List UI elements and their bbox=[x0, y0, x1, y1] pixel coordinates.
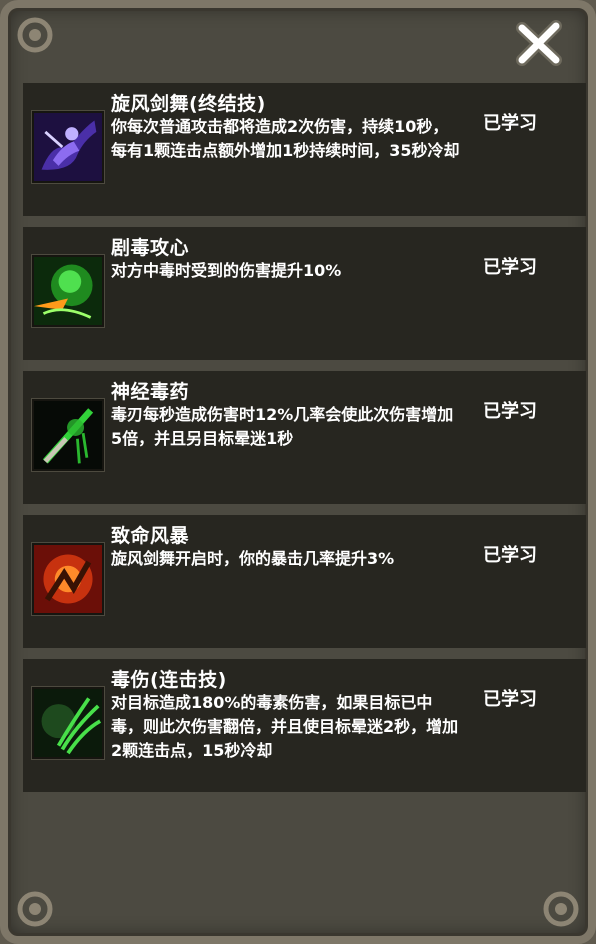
skill-description: 对目标造成180%的毒素伤害，如果目标已中毒，则此次伤害翻倍，并且使目标晕迷2秒… bbox=[111, 693, 459, 760]
whirlwind-blades-icon bbox=[32, 111, 104, 183]
deadly-poison-icon bbox=[32, 255, 104, 327]
skill-description: 毒刃每秒造成伤害时12%几率会使此次伤害增加5倍，并且另目标晕迷1秒 bbox=[111, 405, 454, 448]
nerve-toxin-icon bbox=[32, 399, 104, 471]
close-icon bbox=[516, 20, 562, 66]
poison-wound-icon bbox=[32, 687, 104, 759]
skill-row[interactable]: 神经毒药 毒刃每秒造成伤害时12%几率会使此次伤害增加5倍，并且另目标晕迷1秒 … bbox=[23, 371, 586, 504]
skill-row[interactable]: 旋风剑舞(终结技) 你每次普通攻击都将造成2次伤害，持续10秒，每有1颗连击点额… bbox=[23, 83, 586, 216]
skill-row[interactable]: 毒伤(连击技) 对目标造成180%的毒素伤害，如果目标已中毒，则此次伤害翻倍，并… bbox=[23, 659, 586, 792]
close-button[interactable] bbox=[512, 16, 566, 70]
skill-status: 已学习 bbox=[483, 257, 537, 278]
skill-name: 毒伤(连击技) bbox=[111, 669, 227, 691]
corner-swirl-ornament-icon bbox=[17, 891, 53, 927]
skill-name: 旋风剑舞(终结技) bbox=[111, 93, 266, 115]
skill-description: 你每次普通攻击都将造成2次伤害，持续10秒，每有1颗连击点额外增加1秒持续时间，… bbox=[111, 117, 460, 160]
skill-status: 已学习 bbox=[483, 689, 537, 710]
skill-panel: 旋风剑舞(终结技) 你每次普通攻击都将造成2次伤害，持续10秒，每有1颗连击点额… bbox=[0, 0, 596, 944]
skill-name: 致命风暴 bbox=[111, 525, 190, 547]
skill-status: 已学习 bbox=[483, 113, 537, 134]
corner-swirl-ornament-icon bbox=[543, 891, 579, 927]
skill-row[interactable]: 剧毒攻心 对方中毒时受到的伤害提升10% 已学习 bbox=[23, 227, 586, 360]
skill-status: 已学习 bbox=[483, 401, 537, 422]
corner-swirl-ornament-icon bbox=[17, 17, 53, 53]
skill-row[interactable]: 致命风暴 旋风剑舞开启时，你的暴击几率提升3% 已学习 bbox=[23, 515, 586, 648]
skill-status: 已学习 bbox=[483, 545, 537, 566]
skill-description: 旋风剑舞开启时，你的暴击几率提升3% bbox=[111, 549, 395, 568]
skill-name: 剧毒攻心 bbox=[111, 237, 190, 259]
skill-name: 神经毒药 bbox=[111, 381, 190, 403]
fatal-storm-icon bbox=[32, 543, 104, 615]
skill-description: 对方中毒时受到的伤害提升10% bbox=[111, 261, 342, 280]
